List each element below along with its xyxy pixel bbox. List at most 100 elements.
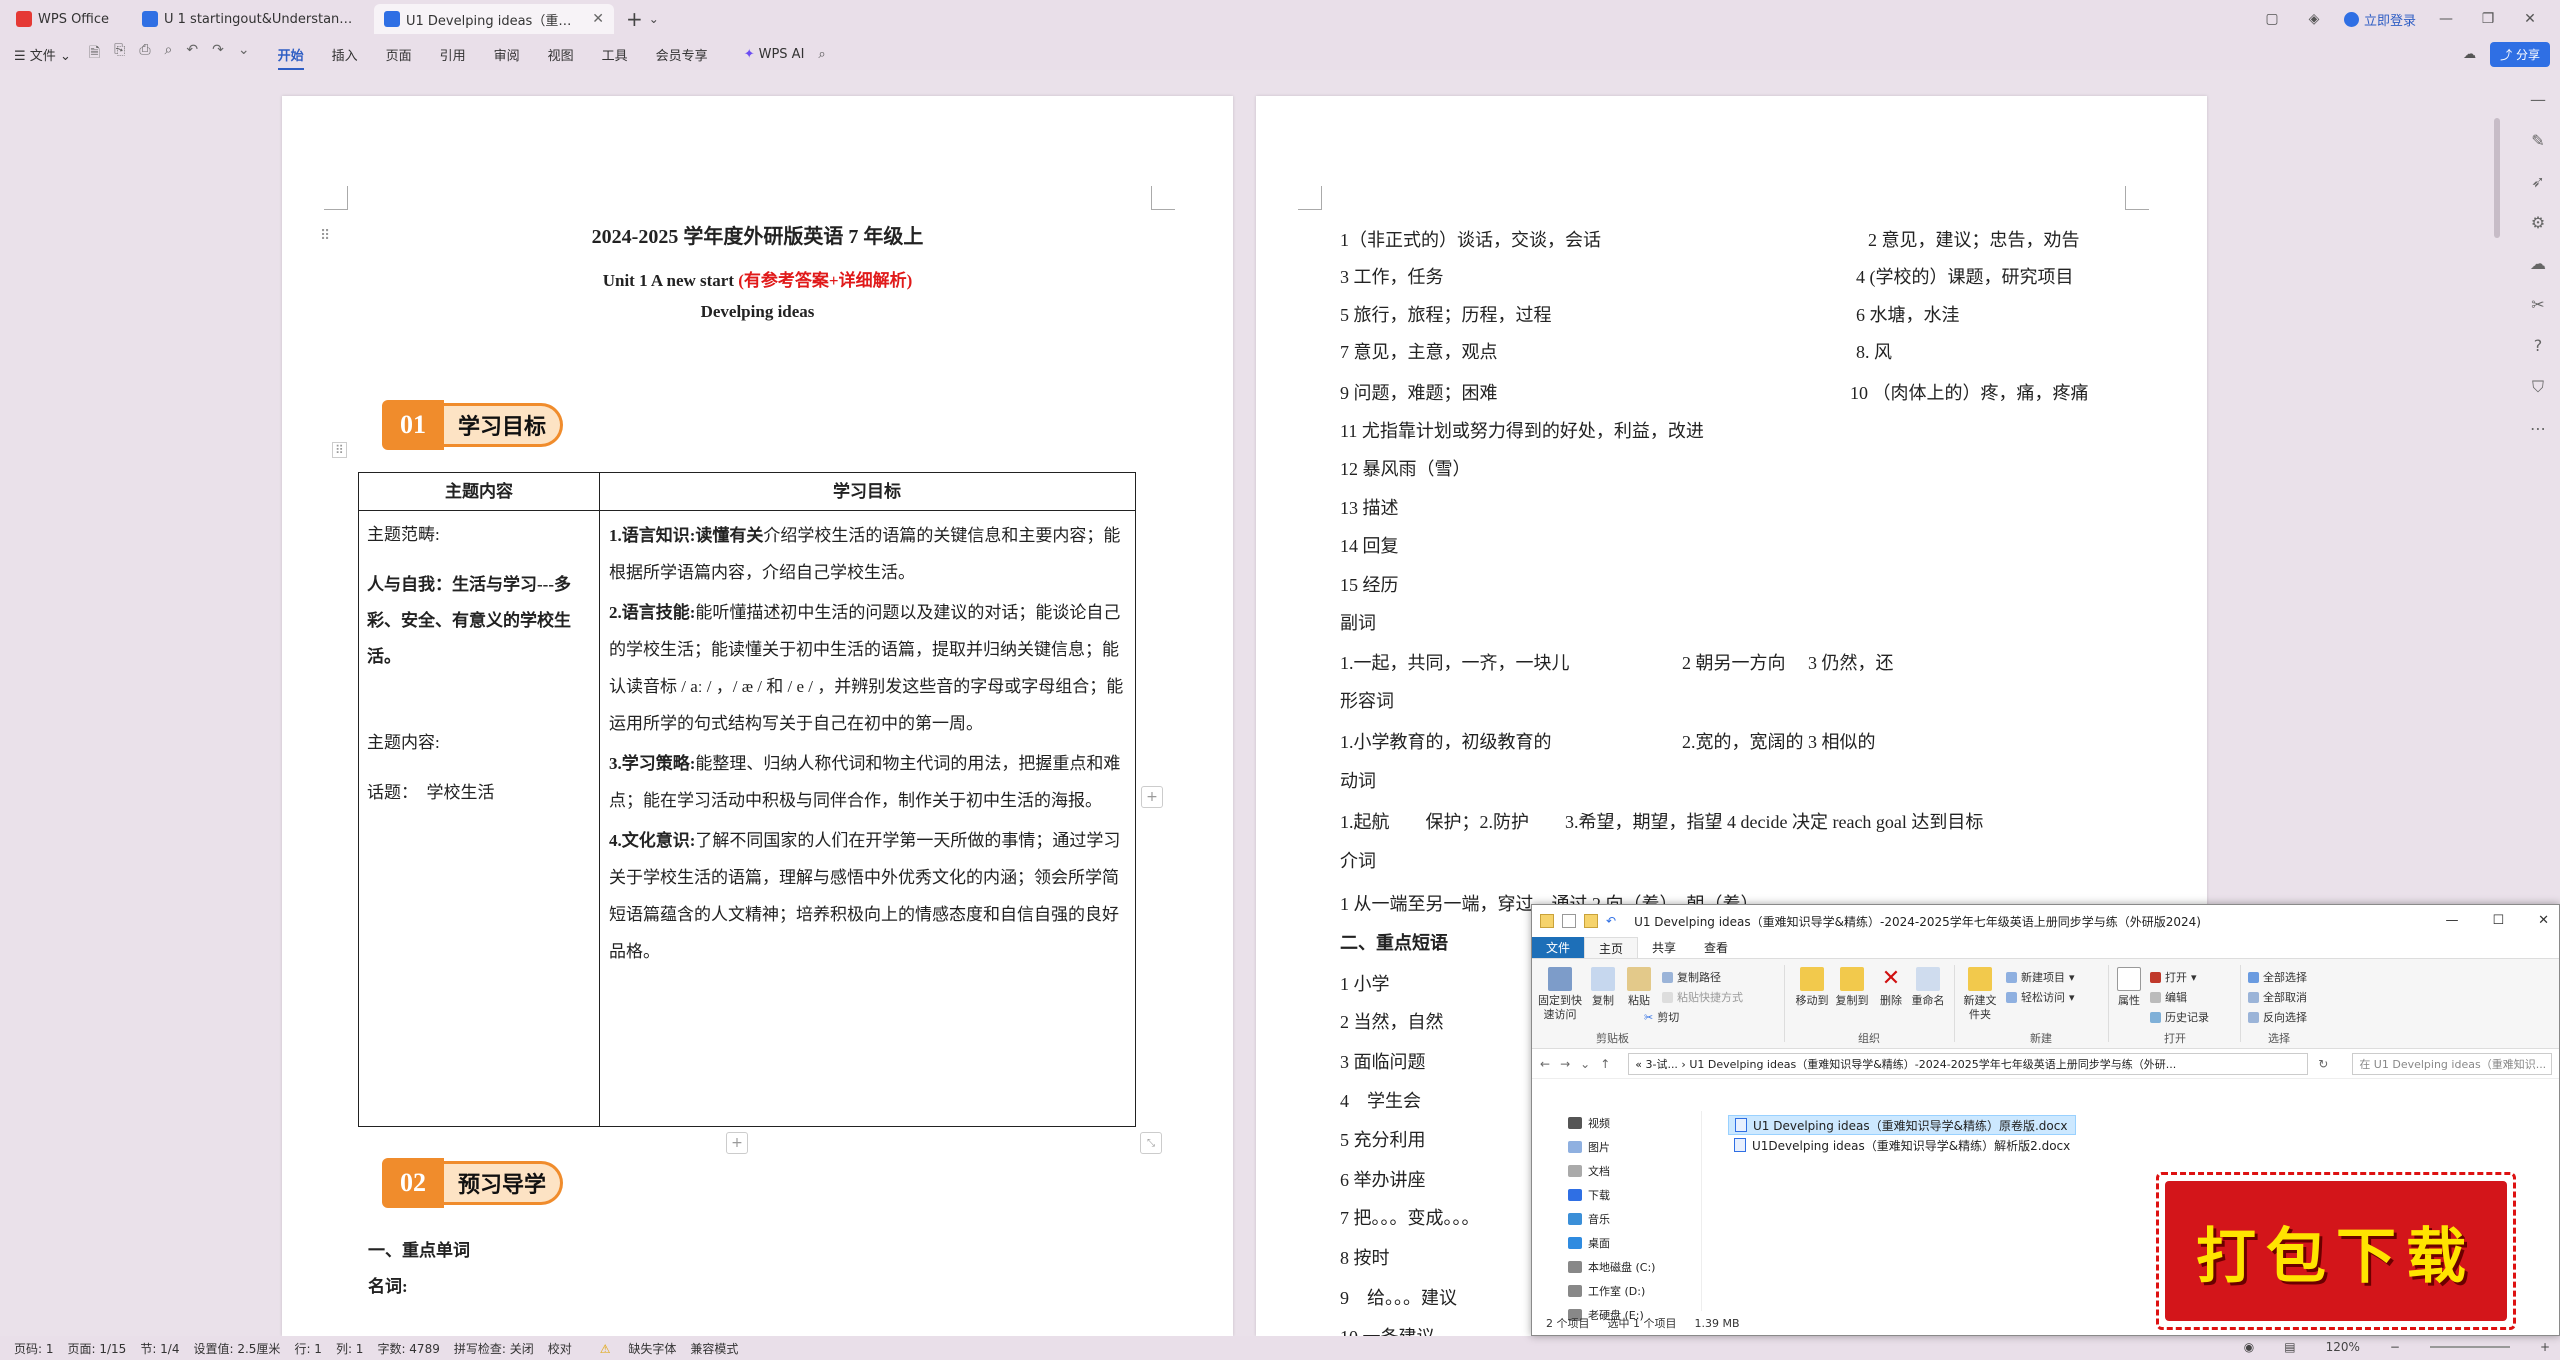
export-pdf-icon[interactable]: ⎘ [114, 42, 125, 66]
zoom-slider[interactable] [2429, 1346, 2510, 1348]
new-folder-icon[interactable] [1584, 914, 1598, 928]
more-icon[interactable]: ⌄ [238, 42, 250, 66]
share-button[interactable]: ⤴ 分享 [2490, 42, 2550, 67]
file-row[interactable]: U1Develping ideas（重难知识导学&精练）解析版2.docx [1728, 1135, 2076, 1155]
status-font-missing[interactable]: ⚠ 缺失字体 [586, 1340, 677, 1357]
select-none-button[interactable]: 全部取消 [2248, 989, 2307, 1005]
shirt-icon[interactable]: ⛉ [2532, 377, 2544, 397]
tab-view[interactable]: 视图 [548, 45, 574, 64]
search-field[interactable]: 在 U1 Develping ideas（重难知识... [2352, 1052, 2553, 1075]
undo-icon[interactable]: ↶ [1606, 914, 1616, 928]
tab-page[interactable]: 页面 [386, 45, 412, 64]
recent-icon[interactable]: ⌄ [1580, 1057, 1590, 1071]
tab-insert[interactable]: 插入 [332, 45, 358, 64]
open-button[interactable]: 打开 ▾ [2150, 969, 2197, 985]
invert-selection-button[interactable]: 反向选择 [2248, 1009, 2307, 1025]
chevron-down-icon[interactable]: ⌄ [649, 12, 659, 26]
close-window-icon[interactable]: ✕ [2518, 11, 2542, 27]
more-dots-icon[interactable]: ⋯ [2530, 419, 2546, 438]
close-icon[interactable]: ✕ [2538, 913, 2549, 928]
tab-share[interactable]: 共享 [1638, 937, 1690, 958]
paste-button[interactable]: 粘贴 [1624, 967, 1654, 1008]
print-icon[interactable]: ⎙ [139, 42, 150, 66]
new-tab-icon[interactable]: + [626, 7, 643, 31]
table-handle-icon[interactable]: ⠿ [332, 442, 347, 458]
forward-icon[interactable]: → [1560, 1057, 1570, 1071]
status-section[interactable]: 节: 1/4 [140, 1340, 179, 1357]
nav-item-documents[interactable]: 文档 [1532, 1159, 1701, 1183]
tab-wps-office[interactable]: WPS Office [6, 4, 126, 34]
nav-item-videos[interactable]: 视频 [1532, 1111, 1701, 1135]
select-all-button[interactable]: 全部选择 [2248, 969, 2307, 985]
file-row[interactable]: U1 Develping ideas（重难知识导学&精练）原卷版.docx [1728, 1115, 2077, 1135]
zoom-level[interactable]: 120% [2326, 1340, 2360, 1354]
tab-references[interactable]: 引用 [440, 45, 466, 64]
zoom-out-icon[interactable]: − [2390, 1340, 2400, 1354]
pin-quick-access-button[interactable]: 固定到快速访问 [1538, 967, 1582, 1022]
rename-button[interactable]: 重命名 [1910, 967, 1946, 1008]
nav-item-downloads[interactable]: 下载 [1532, 1183, 1701, 1207]
page-view-icon[interactable]: ▤ [2284, 1340, 2295, 1354]
add-column-icon[interactable]: + [1141, 786, 1163, 808]
history-button[interactable]: 历史记录 [2150, 1009, 2209, 1025]
cut-button[interactable]: ✂ 剪切 [1644, 1009, 1679, 1025]
status-pages[interactable]: 页面: 1/15 [68, 1340, 127, 1357]
vertical-scrollbar[interactable] [2494, 118, 2500, 238]
refresh-icon[interactable]: ↻ [2318, 1057, 2328, 1071]
tab-home[interactable]: 主页 [1584, 937, 1639, 958]
save-icon[interactable]: 🗎 [89, 42, 100, 66]
easy-access-button[interactable]: 轻松访问 ▾ [2006, 989, 2075, 1005]
zoom-in-icon[interactable]: + [2540, 1340, 2550, 1354]
maximize-icon[interactable]: ☐ [2492, 913, 2504, 928]
status-words[interactable]: 字数: 4789 [377, 1340, 439, 1357]
copy-button[interactable]: 复制 [1588, 967, 1618, 1008]
back-icon[interactable]: ← [1540, 1057, 1550, 1071]
login-button[interactable]: 立即登录 [2343, 10, 2416, 29]
close-tab-icon[interactable]: ✕ [592, 11, 604, 27]
download-package-banner[interactable]: 打包下载 [2156, 1172, 2516, 1330]
minimize-icon[interactable]: — [2445, 913, 2458, 928]
restore-icon[interactable]: ❐ [2476, 11, 2500, 27]
tab-member[interactable]: 会员专享 [656, 45, 708, 64]
up-icon[interactable]: ↑ [1600, 1057, 1610, 1071]
tab-home[interactable]: 开始 [277, 45, 304, 70]
cloud-doc-icon[interactable]: ☁ [2530, 254, 2546, 273]
settings-icon[interactable]: ⚙ [2531, 213, 2545, 232]
pen-icon[interactable]: ✎ [2531, 131, 2544, 150]
document-page-1[interactable]: ⠿ 2024-2025 学年度外研版英语 7 年级上 Unit 1 A new … [282, 96, 1233, 1336]
tab-tools[interactable]: 工具 [602, 45, 628, 64]
edit-button[interactable]: 编辑 [2150, 989, 2187, 1005]
new-item-button[interactable]: 新建项目 ▾ [2006, 969, 2075, 985]
tools-icon[interactable]: ✂ [2531, 295, 2544, 314]
move-to-button[interactable]: 移动到 [1794, 967, 1830, 1008]
path-field[interactable]: « 3-试... › U1 Develping ideas（重难知识导学&精练）… [1628, 1052, 2309, 1075]
cube-icon[interactable]: ◈ [2302, 11, 2326, 27]
cloud-sync-icon[interactable]: ☁ [2463, 47, 2476, 62]
tab-document-2[interactable]: U1 Develping ideas（重难知 ✕ [374, 4, 614, 34]
status-page[interactable]: 页码: 1 [14, 1340, 54, 1357]
redo-icon[interactable]: ↷ [212, 42, 224, 66]
new-folder-button[interactable]: 新建文件夹 [1960, 967, 2000, 1022]
wps-ai-button[interactable]: ✦ WPS AI [744, 47, 805, 62]
undo-icon[interactable]: ↶ [186, 42, 198, 66]
properties-icon[interactable] [1562, 914, 1576, 928]
paste-shortcut-button[interactable]: 粘贴快捷方式 [1662, 989, 1743, 1005]
tab-file[interactable]: 文件 [1532, 937, 1585, 958]
nav-item-desktop[interactable]: 桌面 [1532, 1231, 1701, 1255]
eye-icon[interactable]: ◉ [2244, 1340, 2254, 1354]
window-layout-icon[interactable]: ▢ [2260, 11, 2284, 27]
add-row-icon[interactable]: + [726, 1132, 748, 1154]
print-preview-icon[interactable]: ⌕ [165, 42, 173, 66]
status-spell[interactable]: 拼写检查: 关闭 [454, 1340, 534, 1357]
search-icon[interactable]: ⌕ [818, 47, 825, 62]
resize-table-icon[interactable]: ⤡ [1140, 1132, 1162, 1154]
nav-item-drive-d[interactable]: 工作室 (D:) [1532, 1279, 1701, 1303]
status-setting[interactable]: 设置值: 2.5厘米 [193, 1340, 280, 1357]
nav-item-drive-c[interactable]: 本地磁盘 (C:) [1532, 1255, 1701, 1279]
help-icon[interactable]: ? [2534, 336, 2543, 355]
copy-path-button[interactable]: 复制路径 [1662, 969, 1721, 985]
file-menu[interactable]: ☰ 文件 ⌄ [14, 45, 71, 64]
copy-to-button[interactable]: 复制到 [1834, 967, 1870, 1008]
tab-document-1[interactable]: U 1 startingout&Understanding id [132, 4, 368, 34]
collapse-icon[interactable]: — [2530, 90, 2546, 109]
